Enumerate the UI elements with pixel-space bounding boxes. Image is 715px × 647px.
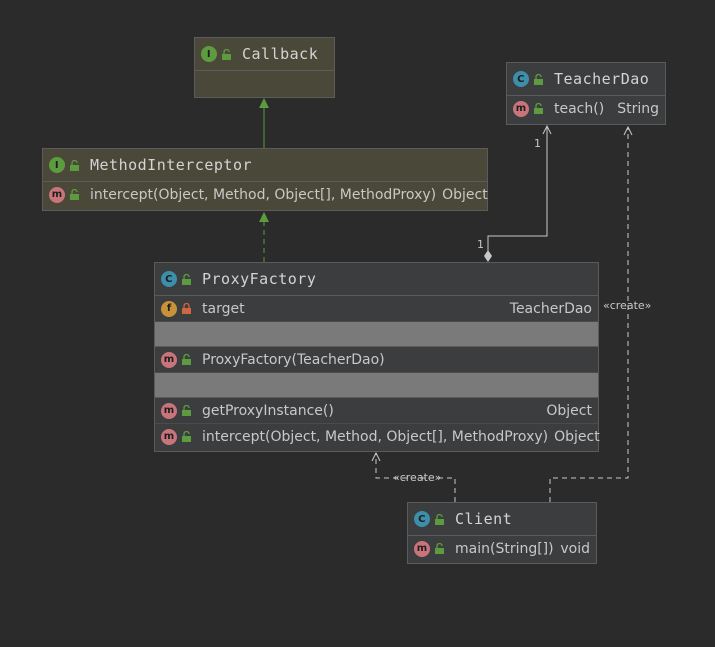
- public-icon: [69, 159, 80, 171]
- private-icon: [181, 303, 192, 314]
- class-icon: C: [161, 271, 177, 287]
- create-label-teacher: «create»: [603, 299, 652, 312]
- class-name: Callback: [242, 45, 319, 63]
- class-method-interceptor[interactable]: I MethodInterceptor m intercept(Object, …: [42, 148, 488, 211]
- class-proxy-factory[interactable]: C ProxyFactory f target TeacherDao m Pro…: [154, 262, 600, 452]
- multiplicity-proxy: 1: [477, 238, 484, 251]
- method-name: getProxyInstance(): [202, 402, 334, 419]
- class-name: TeacherDao: [554, 70, 650, 88]
- class-header: C ProxyFactory: [155, 263, 598, 296]
- method-icon: m: [161, 351, 177, 368]
- method-row[interactable]: m teach() String: [507, 96, 665, 121]
- method-row[interactable]: m intercept(Object, Method, Object[], Me…: [155, 424, 600, 449]
- class-header: I Callback: [195, 38, 334, 71]
- constructor-row[interactable]: m ProxyFactory(TeacherDao): [155, 347, 598, 373]
- class-header: I MethodInterceptor: [43, 149, 487, 182]
- public-icon: [69, 189, 80, 200]
- method-type: Object: [442, 186, 488, 203]
- interface-icon: I: [49, 157, 65, 173]
- method-icon: m: [161, 402, 177, 419]
- constructor-name: ProxyFactory(TeacherDao): [202, 351, 385, 368]
- class-client[interactable]: C Client m main(String[]) void: [407, 502, 597, 564]
- class-callback[interactable]: I Callback: [194, 37, 335, 98]
- class-header: C TeacherDao: [507, 63, 665, 96]
- public-icon: [181, 354, 192, 365]
- class-icon: C: [414, 511, 430, 527]
- public-icon: [434, 513, 445, 525]
- class-icon: C: [513, 71, 529, 87]
- public-icon: [533, 103, 544, 114]
- method-type: void: [560, 540, 590, 557]
- composition-diamond: [484, 250, 492, 262]
- field-name: target: [202, 300, 245, 317]
- class-teacher-dao[interactable]: C TeacherDao m teach() String: [506, 62, 666, 125]
- interface-icon: I: [201, 46, 217, 62]
- class-header: C Client: [408, 503, 596, 536]
- section-separator: [155, 322, 598, 347]
- public-icon: [434, 543, 445, 554]
- method-name: main(String[]): [455, 540, 554, 557]
- realization-arrowhead: [259, 212, 269, 222]
- public-icon: [181, 405, 192, 416]
- method-type: Object: [554, 428, 600, 445]
- field-type: TeacherDao: [509, 300, 592, 317]
- method-name: intercept(Object, Method, Object[], Meth…: [90, 186, 437, 203]
- generalization-arrowhead: [259, 98, 269, 108]
- method-name: intercept(Object, Method, Object[], Meth…: [202, 428, 549, 445]
- method-icon: m: [161, 428, 177, 445]
- method-type: String: [617, 100, 659, 117]
- field-icon: f: [161, 300, 177, 317]
- field-row[interactable]: f target TeacherDao: [155, 296, 598, 322]
- method-icon: m: [414, 540, 430, 557]
- method-row[interactable]: m getProxyInstance() Object: [155, 398, 598, 424]
- public-icon: [221, 48, 232, 60]
- method-icon: m: [49, 186, 65, 203]
- create-label-proxy: «create»: [393, 471, 442, 484]
- method-name: teach(): [554, 100, 605, 117]
- method-row[interactable]: m intercept(Object, Method, Object[], Me…: [43, 182, 488, 207]
- method-type: Object: [546, 402, 592, 419]
- method-icon: m: [513, 100, 529, 117]
- class-name: ProxyFactory: [202, 270, 317, 288]
- class-name: Client: [455, 510, 513, 528]
- public-icon: [181, 431, 192, 442]
- multiplicity-teacher: 1: [534, 137, 541, 150]
- class-name: MethodInterceptor: [90, 156, 253, 174]
- public-icon: [181, 273, 192, 285]
- public-icon: [533, 73, 544, 85]
- method-row[interactable]: m main(String[]) void: [408, 536, 596, 561]
- section-separator: [155, 373, 598, 398]
